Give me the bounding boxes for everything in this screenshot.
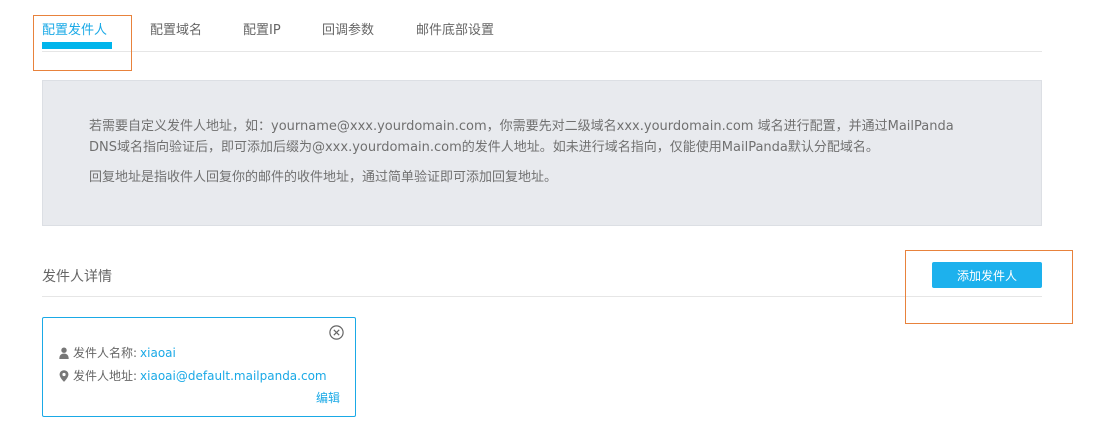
tab-configure-domain[interactable]: 配置域名 [150,19,202,38]
notice-line-2: DNS域名指向验证后，即可添加后缀为@xxx.yourdomain.com的发件… [89,140,879,155]
info-notice-panel: 若需要自定义发件人地址，如：yourname@xxx.yourdomain.co… [42,80,1042,226]
sender-details-header: 发件人详情 添加发件人 [42,252,1042,297]
notice-line-3: 回复地址是指收件人回复你的邮件的收件地址，通过简单验证即可添加回复地址。 [89,170,558,185]
edit-link[interactable]: 编辑 [316,389,340,406]
sender-card: 发件人名称: xiaoai 发件人地址: xiaoai@default.mailpa… [42,317,356,417]
sender-address-row: 发件人地址: xiaoai@default.mailpanda.com [59,367,327,384]
map-pin-icon [59,370,69,382]
sender-address-value: xiaoai@default.mailpanda.com [140,369,327,383]
add-sender-button[interactable]: 添加发件人 [932,262,1042,288]
tab-configure-ip[interactable]: 配置IP [243,19,281,38]
sender-address-label: 发件人地址: [73,369,138,383]
sender-name-value: xiaoai [140,346,176,360]
tab-bar: 配置发件人 配置域名 配置IP 回调参数 邮件底部设置 [42,0,1042,52]
active-tab-underline [42,42,112,49]
tab-configure-sender[interactable]: 配置发件人 [42,19,107,38]
user-icon [59,347,69,359]
sender-name-label: 发件人名称: [73,346,138,360]
notice-line-1: 若需要自定义发件人地址，如：yourname@xxx.yourdomain.co… [89,119,954,134]
tab-mail-footer-settings[interactable]: 邮件底部设置 [416,19,494,38]
sender-name-row: 发件人名称: xiaoai [59,344,176,361]
tab-callback-params[interactable]: 回调参数 [322,19,374,38]
close-circle-icon[interactable] [329,325,344,340]
section-title: 发件人详情 [42,269,112,285]
